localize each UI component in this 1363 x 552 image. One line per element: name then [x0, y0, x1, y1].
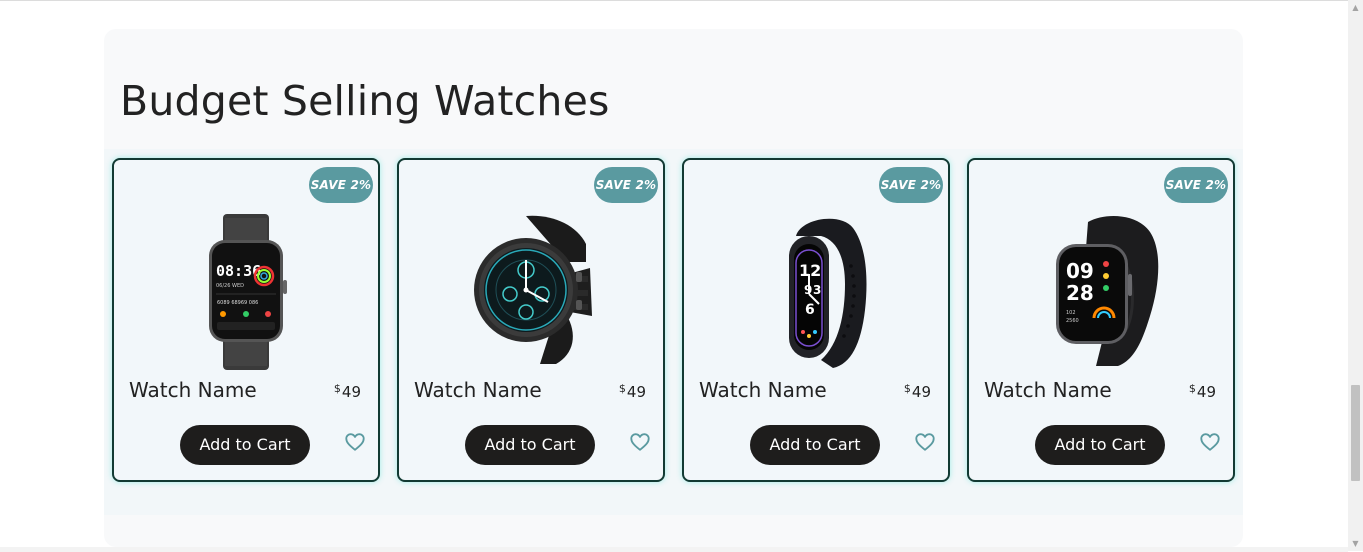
square-smartwatch-dark-image[interactable]: 09 28 102 2560	[1026, 214, 1176, 370]
product-card[interactable]: SAVE 2% 08:36 06/26 WED 6089 68969 086 W…	[112, 158, 380, 482]
price-value: 49	[911, 383, 931, 401]
svg-text:102: 102	[1066, 310, 1076, 316]
product-list: SAVE 2% 08:36 06/26 WED 6089 68969 086 W…	[104, 149, 1243, 515]
fitness-band-image[interactable]: 12 9 3 6	[741, 214, 891, 370]
svg-text:09: 09	[1066, 259, 1094, 283]
svg-text:12: 12	[799, 261, 821, 280]
section-title: Budget Selling Watches	[120, 77, 610, 125]
product-name[interactable]: Watch Name	[984, 377, 1112, 403]
price-value: 49	[626, 383, 646, 401]
discount-badge: SAVE 2%	[309, 167, 373, 203]
product-card[interactable]: SAVE 2% Watch Name $49 Add to Cart	[397, 158, 665, 482]
price-value: 49	[341, 383, 361, 401]
add-to-cart-button[interactable]: Add to Cart	[180, 425, 310, 465]
round-smartwatch-image[interactable]	[456, 214, 606, 370]
currency-symbol: $	[1188, 382, 1196, 395]
product-card[interactable]: SAVE 2% 12 9 3	[682, 158, 950, 482]
scroll-down-arrow-icon[interactable]: ▼	[1348, 536, 1363, 551]
svg-text:6089 68969 086: 6089 68969 086	[217, 300, 258, 306]
page: Budget Selling Watches SAVE 2% 08:36 06/…	[0, 0, 1348, 552]
currency-symbol: $	[333, 382, 341, 395]
svg-text:06/26 WED: 06/26 WED	[216, 283, 244, 289]
product-price: $49	[1189, 379, 1216, 402]
currency-symbol: $	[903, 382, 911, 395]
price-value: 49	[1196, 383, 1216, 401]
heart-icon[interactable]	[1199, 431, 1221, 453]
discount-badge: SAVE 2%	[879, 167, 943, 203]
product-price: $49	[334, 379, 361, 402]
vertical-scrollbar[interactable]: ▲ ▼	[1348, 0, 1363, 551]
svg-text:3: 3	[813, 283, 821, 297]
product-name[interactable]: Watch Name	[129, 377, 257, 403]
scrollbar-thumb[interactable]	[1351, 385, 1360, 481]
svg-text:6: 6	[805, 302, 815, 318]
svg-text:2560: 2560	[1066, 318, 1079, 324]
square-smartwatch-image[interactable]: 08:36 06/26 WED 6089 68969 086	[171, 214, 321, 370]
discount-badge: SAVE 2%	[594, 167, 658, 203]
heart-icon[interactable]	[629, 431, 651, 453]
heart-icon[interactable]	[914, 431, 936, 453]
discount-badge: SAVE 2%	[1164, 167, 1228, 203]
add-to-cart-button[interactable]: Add to Cart	[750, 425, 880, 465]
scroll-up-arrow-icon[interactable]: ▲	[1348, 0, 1363, 15]
page-bottom-edge	[0, 547, 1348, 552]
budget-watches-section: Budget Selling Watches SAVE 2% 08:36 06/…	[104, 29, 1243, 547]
product-name[interactable]: Watch Name	[414, 377, 542, 403]
product-price: $49	[904, 379, 931, 402]
add-to-cart-button[interactable]: Add to Cart	[1035, 425, 1165, 465]
currency-symbol: $	[618, 382, 626, 395]
add-to-cart-button[interactable]: Add to Cart	[465, 425, 595, 465]
product-card[interactable]: SAVE 2% 09 28 102 2560 Watch Name $49 Ad…	[967, 158, 1235, 482]
product-name[interactable]: Watch Name	[699, 377, 827, 403]
heart-icon[interactable]	[344, 431, 366, 453]
product-price: $49	[619, 379, 646, 402]
svg-text:28: 28	[1066, 281, 1094, 305]
